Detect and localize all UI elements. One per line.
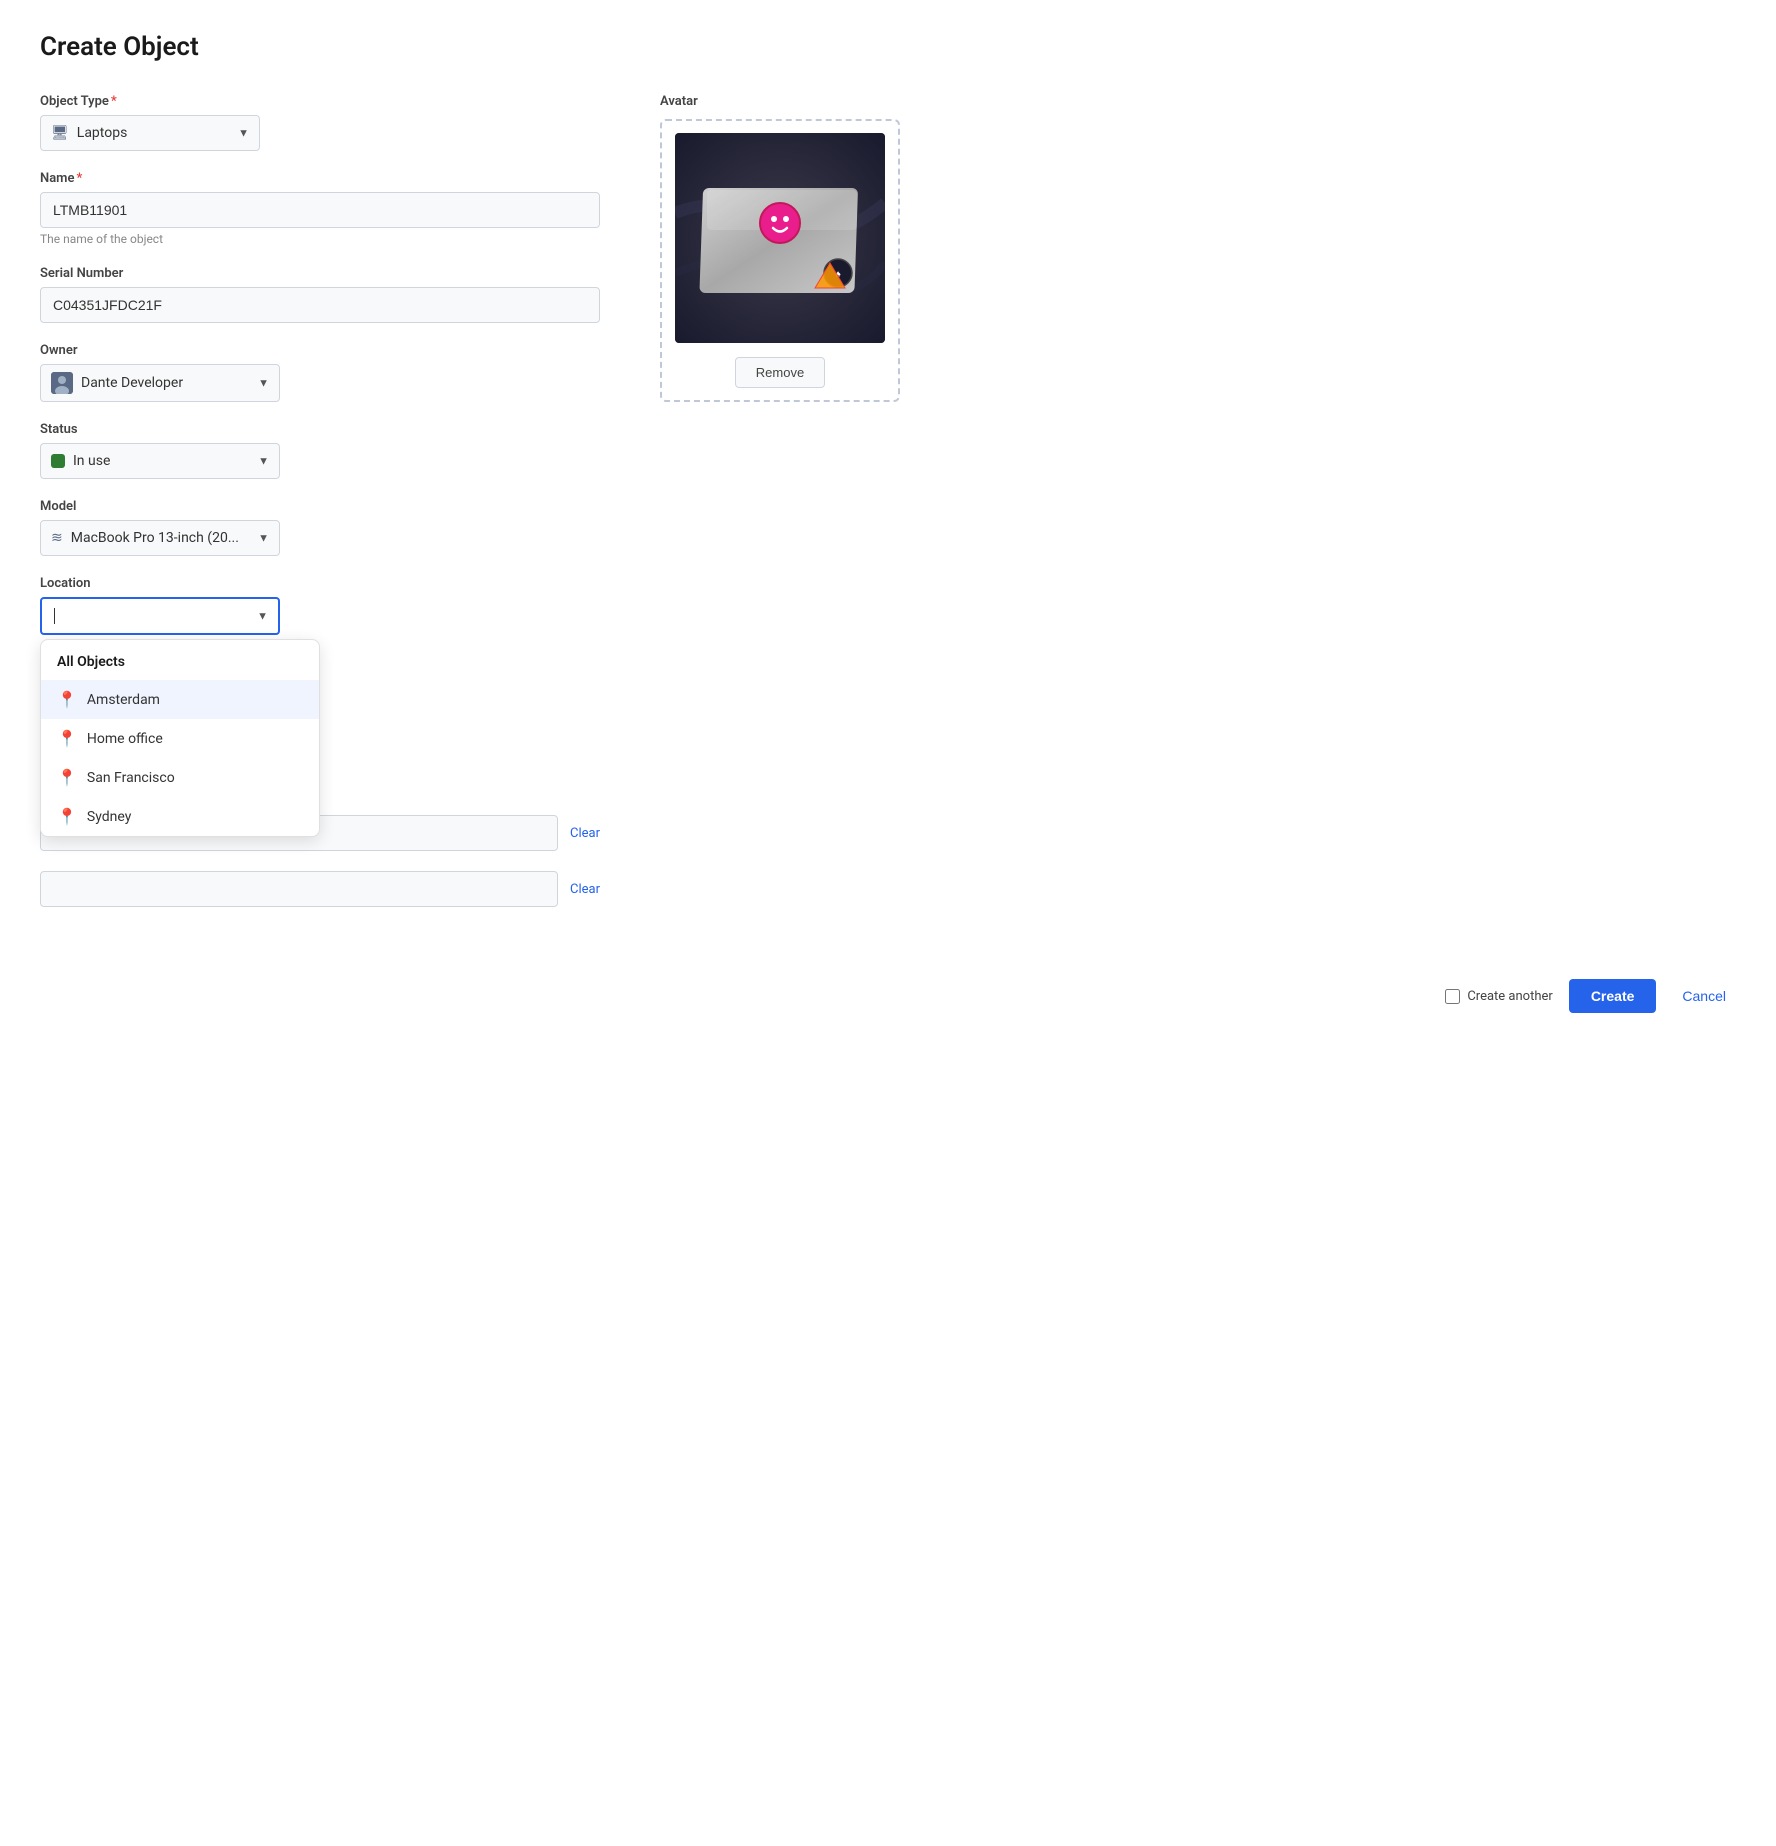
- model-select-container[interactable]: ≋ MacBook Pro 13-inch (20... ▼: [40, 520, 280, 556]
- location-label: Location: [40, 576, 600, 591]
- create-another-checkbox[interactable]: [1445, 989, 1460, 1004]
- name-hint: The name of the object: [40, 232, 600, 246]
- status-group: Status In use ▼: [40, 422, 600, 479]
- dropdown-item-home-office[interactable]: 📍 Home office: [41, 719, 319, 758]
- location-pin-icon: 📍: [57, 807, 77, 826]
- model-label: Model: [40, 499, 600, 514]
- extra-field-2-row: Clear: [40, 871, 600, 907]
- dropdown-header: All Objects: [41, 640, 319, 680]
- status-value: In use: [73, 453, 110, 469]
- dropdown-item-label: San Francisco: [87, 770, 175, 786]
- object-type-label: Object Type*: [40, 94, 600, 109]
- location-pin-icon: 📍: [57, 690, 77, 709]
- form-footer: Create another Create Cancel: [40, 959, 1736, 1013]
- model-icon: ≋: [51, 530, 63, 546]
- chevron-down-icon: ▼: [257, 610, 268, 623]
- text-cursor: [54, 608, 55, 624]
- owner-value: Dante Developer: [81, 375, 183, 391]
- object-type-select[interactable]: 🖥 Laptops ▼: [40, 115, 260, 151]
- extra-field-2-input[interactable]: [40, 871, 558, 907]
- avatar-laptop-image: ♠: [675, 133, 885, 343]
- model-value: MacBook Pro 13-inch (20...: [71, 530, 239, 546]
- dropdown-item-label: Sydney: [87, 809, 131, 825]
- dropdown-item-label: Home office: [87, 731, 163, 747]
- owner-label: Owner: [40, 343, 600, 358]
- cancel-button[interactable]: Cancel: [1672, 979, 1736, 1013]
- page-title: Create Object: [40, 32, 1736, 62]
- model-group: Model ≋ MacBook Pro 13-inch (20... ▼: [40, 499, 600, 556]
- laptop-icon: 🖥: [51, 125, 69, 141]
- avatar: [51, 372, 73, 394]
- remove-avatar-button[interactable]: Remove: [735, 357, 825, 388]
- location-group: Location ▼ All Objects 📍 Amsterdam 📍 Hom: [40, 576, 600, 635]
- create-button[interactable]: Create: [1569, 979, 1657, 1013]
- serial-number-label: Serial Number: [40, 266, 600, 281]
- status-select[interactable]: In use ▼: [40, 443, 280, 479]
- object-type-select-container[interactable]: 🖥 Laptops ▼: [40, 115, 260, 151]
- object-type-value: Laptops: [77, 125, 128, 141]
- owner-select[interactable]: Dante Developer ▼: [40, 364, 280, 402]
- avatar-image-box: ♠: [675, 133, 885, 343]
- create-another-label[interactable]: Create another: [1445, 989, 1552, 1004]
- form-left: Object Type* 🖥 Laptops ▼ Name* The name …: [40, 94, 600, 927]
- avatar-label: Avatar: [660, 94, 900, 109]
- dropdown-item-san-francisco[interactable]: 📍 San Francisco: [41, 758, 319, 797]
- form-layout: Object Type* 🖥 Laptops ▼ Name* The name …: [40, 94, 1736, 927]
- owner-select-container[interactable]: Dante Developer ▼: [40, 364, 280, 402]
- owner-avatar-image: [51, 372, 73, 394]
- status-dot: [51, 454, 65, 468]
- location-select-container[interactable]: ▼ All Objects 📍 Amsterdam 📍 Home office …: [40, 597, 280, 635]
- location-pin-icon: 📍: [57, 768, 77, 787]
- model-select[interactable]: ≋ MacBook Pro 13-inch (20... ▼: [40, 520, 280, 556]
- name-label: Name*: [40, 171, 600, 186]
- avatar-container: ♠ Remove: [660, 119, 900, 402]
- clear-link-2[interactable]: Clear: [570, 882, 600, 897]
- avatar-section: Avatar: [660, 94, 900, 402]
- name-group: Name* The name of the object: [40, 171, 600, 246]
- location-dropdown: All Objects 📍 Amsterdam 📍 Home office 📍 …: [40, 639, 320, 837]
- serial-number-group: Serial Number: [40, 266, 600, 323]
- object-type-group: Object Type* 🖥 Laptops ▼: [40, 94, 600, 151]
- serial-number-input[interactable]: [40, 287, 600, 323]
- owner-group: Owner Dante Developer ▼: [40, 343, 600, 402]
- name-input[interactable]: [40, 192, 600, 228]
- status-label: Status: [40, 422, 600, 437]
- dropdown-item-amsterdam[interactable]: 📍 Amsterdam: [41, 680, 319, 719]
- clear-link-1[interactable]: Clear: [570, 826, 600, 841]
- chevron-down-icon: ▼: [258, 377, 269, 390]
- dropdown-item-label: Amsterdam: [87, 692, 160, 708]
- chevron-down-icon: ▼: [258, 455, 269, 468]
- location-pin-icon: 📍: [57, 729, 77, 748]
- chevron-down-icon: ▼: [258, 532, 269, 545]
- chevron-down-icon: ▼: [238, 127, 249, 140]
- dropdown-item-sydney[interactable]: 📍 Sydney: [41, 797, 319, 836]
- location-input[interactable]: ▼: [40, 597, 280, 635]
- status-select-container[interactable]: In use ▼: [40, 443, 280, 479]
